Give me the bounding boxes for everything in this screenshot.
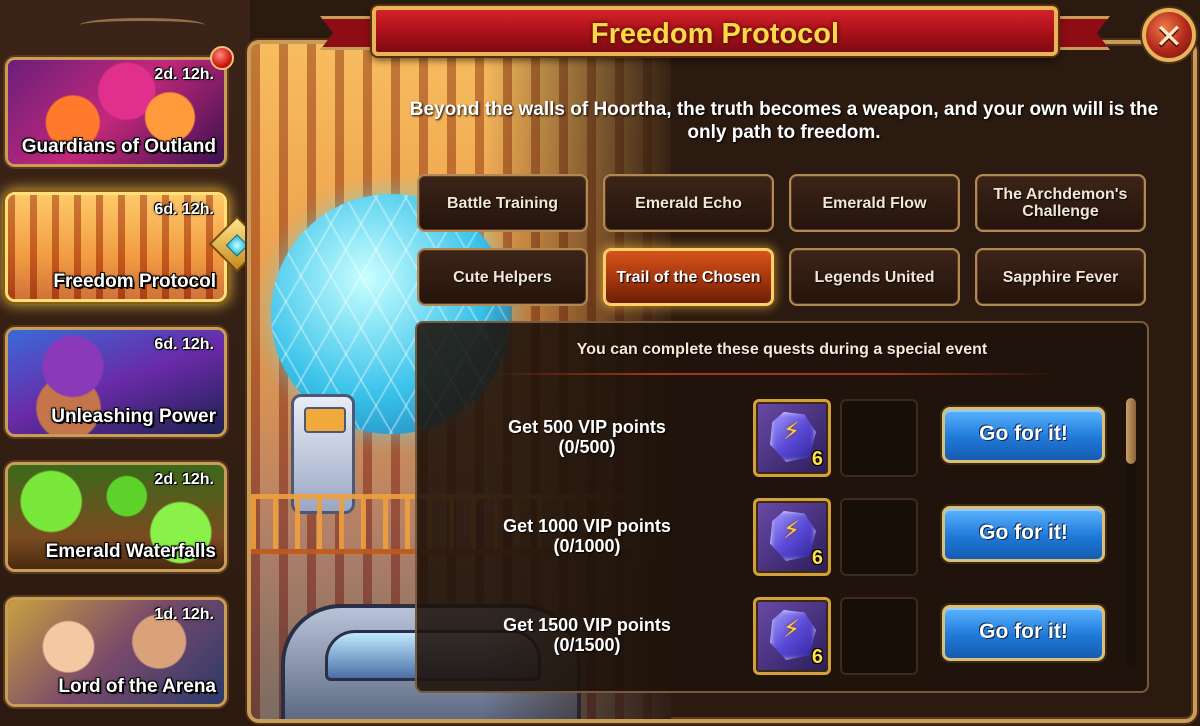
event-title: Lord of the Arena: [58, 676, 216, 697]
event-card-guardians-of-outland[interactable]: 2d. 12h. Guardians of Outland: [5, 57, 227, 167]
reward-slot[interactable]: ⚡ 6: [753, 498, 831, 576]
close-button[interactable]: ✕: [1142, 8, 1196, 62]
quest-scrollbar[interactable]: [1126, 398, 1136, 668]
go-for-it-button[interactable]: Go for it!: [942, 407, 1105, 463]
event-timer: 6d. 12h.: [154, 336, 214, 353]
event-card-freedom-protocol[interactable]: 6d. 12h. Freedom Protocol: [5, 192, 227, 302]
reward-slot[interactable]: ⚡ 6: [753, 399, 831, 477]
event-description: Beyond the walls of Hoortha, the truth b…: [409, 99, 1159, 143]
event-title: Emerald Waterfalls: [45, 541, 216, 562]
quest-description: Get 1500 VIP points (0/1500): [467, 615, 707, 655]
go-for-it-button[interactable]: Go for it!: [942, 506, 1105, 562]
empty-reward-slot: [840, 597, 918, 675]
tab-sapphire-fever[interactable]: Sapphire Fever: [975, 248, 1146, 306]
event-card-unleashing-power[interactable]: 6d. 12h. Unleashing Power: [5, 327, 227, 437]
event-timer: 2d. 12h.: [154, 66, 214, 83]
go-for-it-button[interactable]: Go for it!: [942, 605, 1105, 661]
tab-cute-helpers[interactable]: Cute Helpers: [417, 248, 588, 306]
tab-trail-of-the-chosen[interactable]: Trail of the Chosen: [603, 248, 774, 306]
quest-list-header: You can complete these quests during a s…: [576, 341, 988, 358]
scroll-up-indicator[interactable]: [80, 18, 205, 32]
close-icon: ✕: [1154, 18, 1184, 56]
lightning-icon: ⚡: [783, 616, 800, 643]
quest-title: Get 1000 VIP points: [503, 516, 671, 536]
event-card-lord-of-the-arena[interactable]: 1d. 12h. Lord of the Arena: [5, 597, 227, 707]
event-sidebar: 2d. 12h. Guardians of Outland 6d. 12h. F…: [0, 0, 266, 726]
quest-list: You can complete these quests during a s…: [415, 321, 1149, 693]
tab-archdemons-challenge[interactable]: The Archdemon's Challenge: [975, 174, 1146, 232]
scrollbar-thumb[interactable]: [1126, 398, 1136, 464]
quest-progress: (0/500): [558, 437, 616, 457]
tab-battle-training[interactable]: Battle Training: [417, 174, 588, 232]
banner-ribbon-right: [1050, 16, 1110, 50]
reward-count: 6: [811, 448, 823, 470]
lightning-icon: ⚡: [783, 517, 800, 544]
page-title: Freedom Protocol: [590, 18, 840, 50]
empty-reward-slot: [840, 399, 918, 477]
event-title: Freedom Protocol: [53, 271, 216, 292]
tab-legends-united[interactable]: Legends United: [789, 248, 960, 306]
event-title: Unleashing Power: [51, 406, 216, 427]
banner-ribbon-left: [320, 16, 380, 50]
notification-badge-icon: [210, 46, 234, 70]
title-banner: Freedom Protocol: [372, 6, 1058, 56]
event-timer: 1d. 12h.: [154, 606, 214, 623]
quest-description: Get 1000 VIP points (0/1000): [467, 516, 707, 556]
event-timer: 2d. 12h.: [154, 471, 214, 488]
quest-description: Get 500 VIP points (0/500): [467, 417, 707, 457]
quest-row: Get 500 VIP points (0/500) ⚡ 6 Go for it…: [417, 397, 1117, 477]
event-title: Guardians of Outland: [21, 136, 216, 157]
event-card-emerald-waterfalls[interactable]: 2d. 12h. Emerald Waterfalls: [5, 462, 227, 572]
lightning-icon: ⚡: [783, 418, 800, 445]
tab-emerald-flow[interactable]: Emerald Flow: [789, 174, 960, 232]
empty-reward-slot: [840, 498, 918, 576]
quest-row: Get 1500 VIP points (0/1500) ⚡ 6 Go for …: [417, 595, 1117, 675]
divider: [487, 373, 1057, 375]
event-timer: 6d. 12h.: [154, 201, 214, 218]
quest-title: Get 500 VIP points: [508, 417, 666, 437]
quest-progress: (0/1500): [553, 635, 621, 655]
quest-row: Get 1000 VIP points (0/1000) ⚡ 6 Go for …: [417, 496, 1117, 576]
tab-emerald-echo[interactable]: Emerald Echo: [603, 174, 774, 232]
quest-progress: (0/1000): [553, 536, 621, 556]
robot-illustration: [291, 394, 355, 514]
quest-title: Get 1500 VIP points: [503, 615, 671, 635]
reward-slot[interactable]: ⚡ 6: [753, 597, 831, 675]
reward-count: 6: [811, 547, 823, 569]
reward-count: 6: [811, 646, 823, 668]
